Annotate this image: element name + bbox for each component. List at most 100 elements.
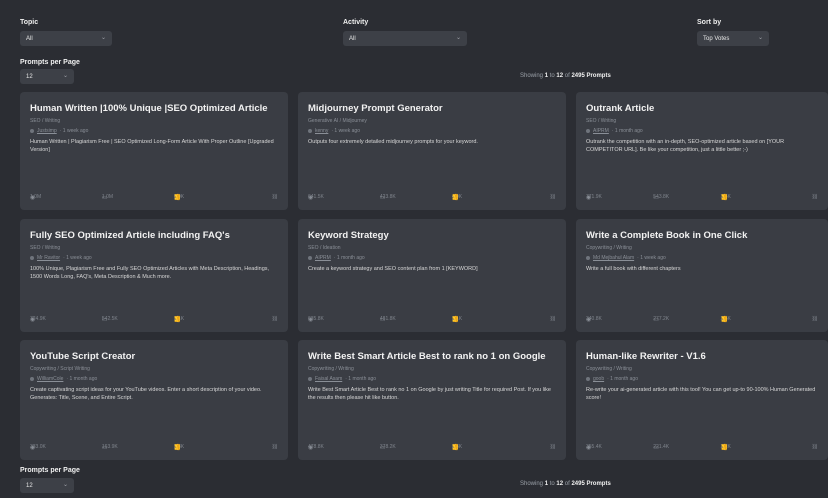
card-category[interactable]: Generative AI / Midjourney — [308, 118, 556, 124]
views-count: 641.5K — [308, 194, 324, 200]
link-icon[interactable]: ⛓ — [272, 194, 278, 200]
card-meta: WilliamCole · 1 month ago — [30, 376, 278, 382]
card-description: Human Written | Plagiarism Free | SEO Op… — [30, 139, 274, 153]
avatar — [586, 256, 590, 260]
card-author[interactable]: WilliamCole — [37, 376, 63, 382]
thumbs-down-icon[interactable]: 👎 — [174, 316, 181, 323]
card-stats: ◉ 355.4K ▭ 221.4K 👍 2.2K 👎 ⛓ — [586, 444, 818, 452]
card-category[interactable]: Copywriting / Script Writing — [30, 366, 278, 372]
card-title[interactable]: Human Written |100% Unique |SEO Optimize… — [30, 102, 278, 115]
avatar — [308, 377, 312, 381]
card-time: · 1 month ago — [611, 128, 643, 134]
views-count: 1.0M — [30, 194, 42, 200]
card-title[interactable]: Human-like Rewriter - V1.6 — [586, 350, 818, 363]
showing-from: 1 — [544, 73, 549, 79]
link-icon[interactable]: ⛓ — [812, 316, 818, 322]
card-meta: goob · 1 month ago — [586, 376, 818, 382]
avatar — [586, 377, 590, 381]
comments-count: 481.8K — [379, 316, 396, 322]
card-title[interactable]: Midjourney Prompt Generator — [308, 102, 556, 115]
link-icon[interactable]: ⛓ — [812, 194, 818, 200]
avatar — [308, 129, 312, 133]
thumbs-down-icon[interactable]: 👎 — [721, 316, 728, 323]
topic-label: Topic — [20, 19, 39, 26]
per-page-value: 12 — [26, 73, 33, 80]
thumbs-down-icon[interactable]: 👎 — [721, 194, 728, 201]
comments-count: 542.5K — [101, 316, 118, 322]
chevron-down-icon: ⌄ — [455, 35, 461, 41]
card-category[interactable]: SEO / Ideation — [308, 245, 556, 251]
sort-value: Top Votes — [703, 35, 730, 42]
topic-select[interactable]: All ⌄ — [20, 31, 112, 46]
link-icon[interactable]: ⛓ — [550, 194, 556, 200]
card-title[interactable]: Write Best Smart Article Best to rank no… — [308, 350, 556, 363]
prompt-card[interactable]: Midjourney Prompt Generator Generative AI… — [298, 92, 566, 210]
card-description: Create a keyword strategy and SEO conten… — [308, 266, 478, 272]
card-title[interactable]: Fully SEO Optimized Article including FA… — [30, 229, 278, 242]
card-author[interactable]: AIPRM — [315, 255, 331, 261]
thumbs-down-icon[interactable]: 👎 — [452, 316, 459, 323]
link-icon[interactable]: ⛓ — [550, 316, 556, 322]
prompt-card[interactable]: Write a Complete Book in One Click Copywr… — [576, 219, 828, 332]
prompt-card[interactable]: Keyword Strategy SEO / Ideation AIPRM · 1 m… — [298, 219, 566, 332]
card-author[interactable]: Mr Ravitor — [37, 255, 60, 261]
thumbs-down-icon[interactable]: 👎 — [721, 444, 728, 451]
per-page-select[interactable]: 12 ⌄ — [20, 69, 74, 84]
card-time: · 1 week ago — [331, 128, 360, 134]
prompt-card[interactable]: Outrank Article SEO / Writing AIPRM · 1 mon… — [576, 92, 828, 210]
card-time: · 1 week ago — [59, 128, 89, 134]
card-category[interactable]: SEO / Writing — [30, 118, 278, 124]
activity-select[interactable]: All ⌄ — [343, 31, 467, 46]
prompt-card[interactable]: Write Best Smart Article Best to rank no… — [298, 340, 566, 460]
prompt-card[interactable]: Human-like Rewriter - V1.6 Copywriting / … — [576, 340, 828, 460]
card-title[interactable]: Keyword Strategy — [308, 229, 556, 242]
showing-count-bottom: Showing 1 to 12 of 2495 Prompts — [520, 481, 611, 487]
card-description: Write Best Smart Article Best to rank no… — [308, 387, 551, 401]
prompt-card[interactable]: Human Written |100% Unique |SEO Optimize… — [20, 92, 288, 210]
card-time: · 1 month ago — [333, 255, 365, 261]
thumbs-down-icon[interactable]: 👎 — [174, 194, 181, 201]
views-count: 724.9K — [30, 316, 46, 322]
filter-bar: Topic All ⌄ Activity All ⌄ Sort by Top V… — [0, 0, 828, 60]
sort-select[interactable]: Top Votes ⌄ — [697, 31, 769, 46]
card-category[interactable]: SEO / Writing — [30, 245, 278, 251]
card-time: · 1 month ago — [607, 376, 638, 382]
link-icon[interactable]: ⛓ — [550, 444, 556, 450]
card-meta: Mr Ravitor · 1 week ago — [30, 255, 278, 261]
card-stats: ◉ 333.0K ▭ 163.9K 👍 2.3K 👎 ⛓ — [30, 444, 278, 452]
thumbs-down-icon[interactable]: 👎 — [174, 444, 181, 451]
thumbs-down-icon[interactable]: 👎 — [452, 444, 459, 451]
comments-count: 1.0M — [101, 194, 114, 200]
card-author[interactable]: kenny — [315, 128, 328, 134]
card-title[interactable]: Write a Complete Book in One Click — [586, 229, 818, 242]
card-stats: ◉ 724.9K ▭ 542.5K 👍 3.1K 👎 ⛓ — [30, 316, 278, 324]
card-time: · 1 week ago — [637, 255, 666, 261]
showing-total: 2495 Prompts — [571, 481, 611, 487]
prompt-card[interactable]: YouTube Script Creator Copywriting / Scri… — [20, 340, 288, 460]
card-category[interactable]: Copywriting / Writing — [586, 366, 818, 372]
card-author[interactable]: Faisal Asam — [315, 376, 342, 382]
card-category[interactable]: SEO / Writing — [586, 118, 818, 124]
prompt-card[interactable]: Fully SEO Optimized Article including FA… — [20, 219, 288, 332]
link-icon[interactable]: ⛓ — [272, 444, 278, 450]
per-page-label: Prompts per Page — [20, 59, 80, 66]
per-page-select-bottom[interactable]: 12 ⌄ — [20, 478, 74, 493]
card-category[interactable]: Copywriting / Writing — [586, 245, 818, 251]
card-meta: AIPRM · 1 month ago — [586, 128, 818, 134]
card-title[interactable]: YouTube Script Creator — [30, 350, 278, 363]
card-meta: Justsimp · 1 week ago — [30, 128, 278, 134]
link-icon[interactable]: ⛓ — [272, 316, 278, 322]
card-description: Outrank the competition with an in-depth… — [586, 139, 785, 153]
card-meta: Faisal Asam · 1 month ago — [308, 376, 556, 382]
card-title[interactable]: Outrank Article — [586, 102, 818, 115]
views-count: 771.9K — [586, 194, 602, 200]
card-author[interactable]: Md Mejbahul Alam — [593, 255, 634, 261]
card-author[interactable]: AIPRM — [593, 128, 609, 134]
card-author[interactable]: Justsimp — [37, 128, 57, 134]
thumbs-down-icon[interactable]: 👎 — [452, 194, 459, 201]
link-icon[interactable]: ⛓ — [812, 444, 818, 450]
card-author[interactable]: goob — [593, 376, 604, 382]
card-time: · 1 month ago — [66, 376, 98, 382]
card-description: 100% Unique, Plagiarism Free and Fully S… — [30, 266, 270, 280]
card-category[interactable]: Copywriting / Writing — [308, 366, 556, 372]
